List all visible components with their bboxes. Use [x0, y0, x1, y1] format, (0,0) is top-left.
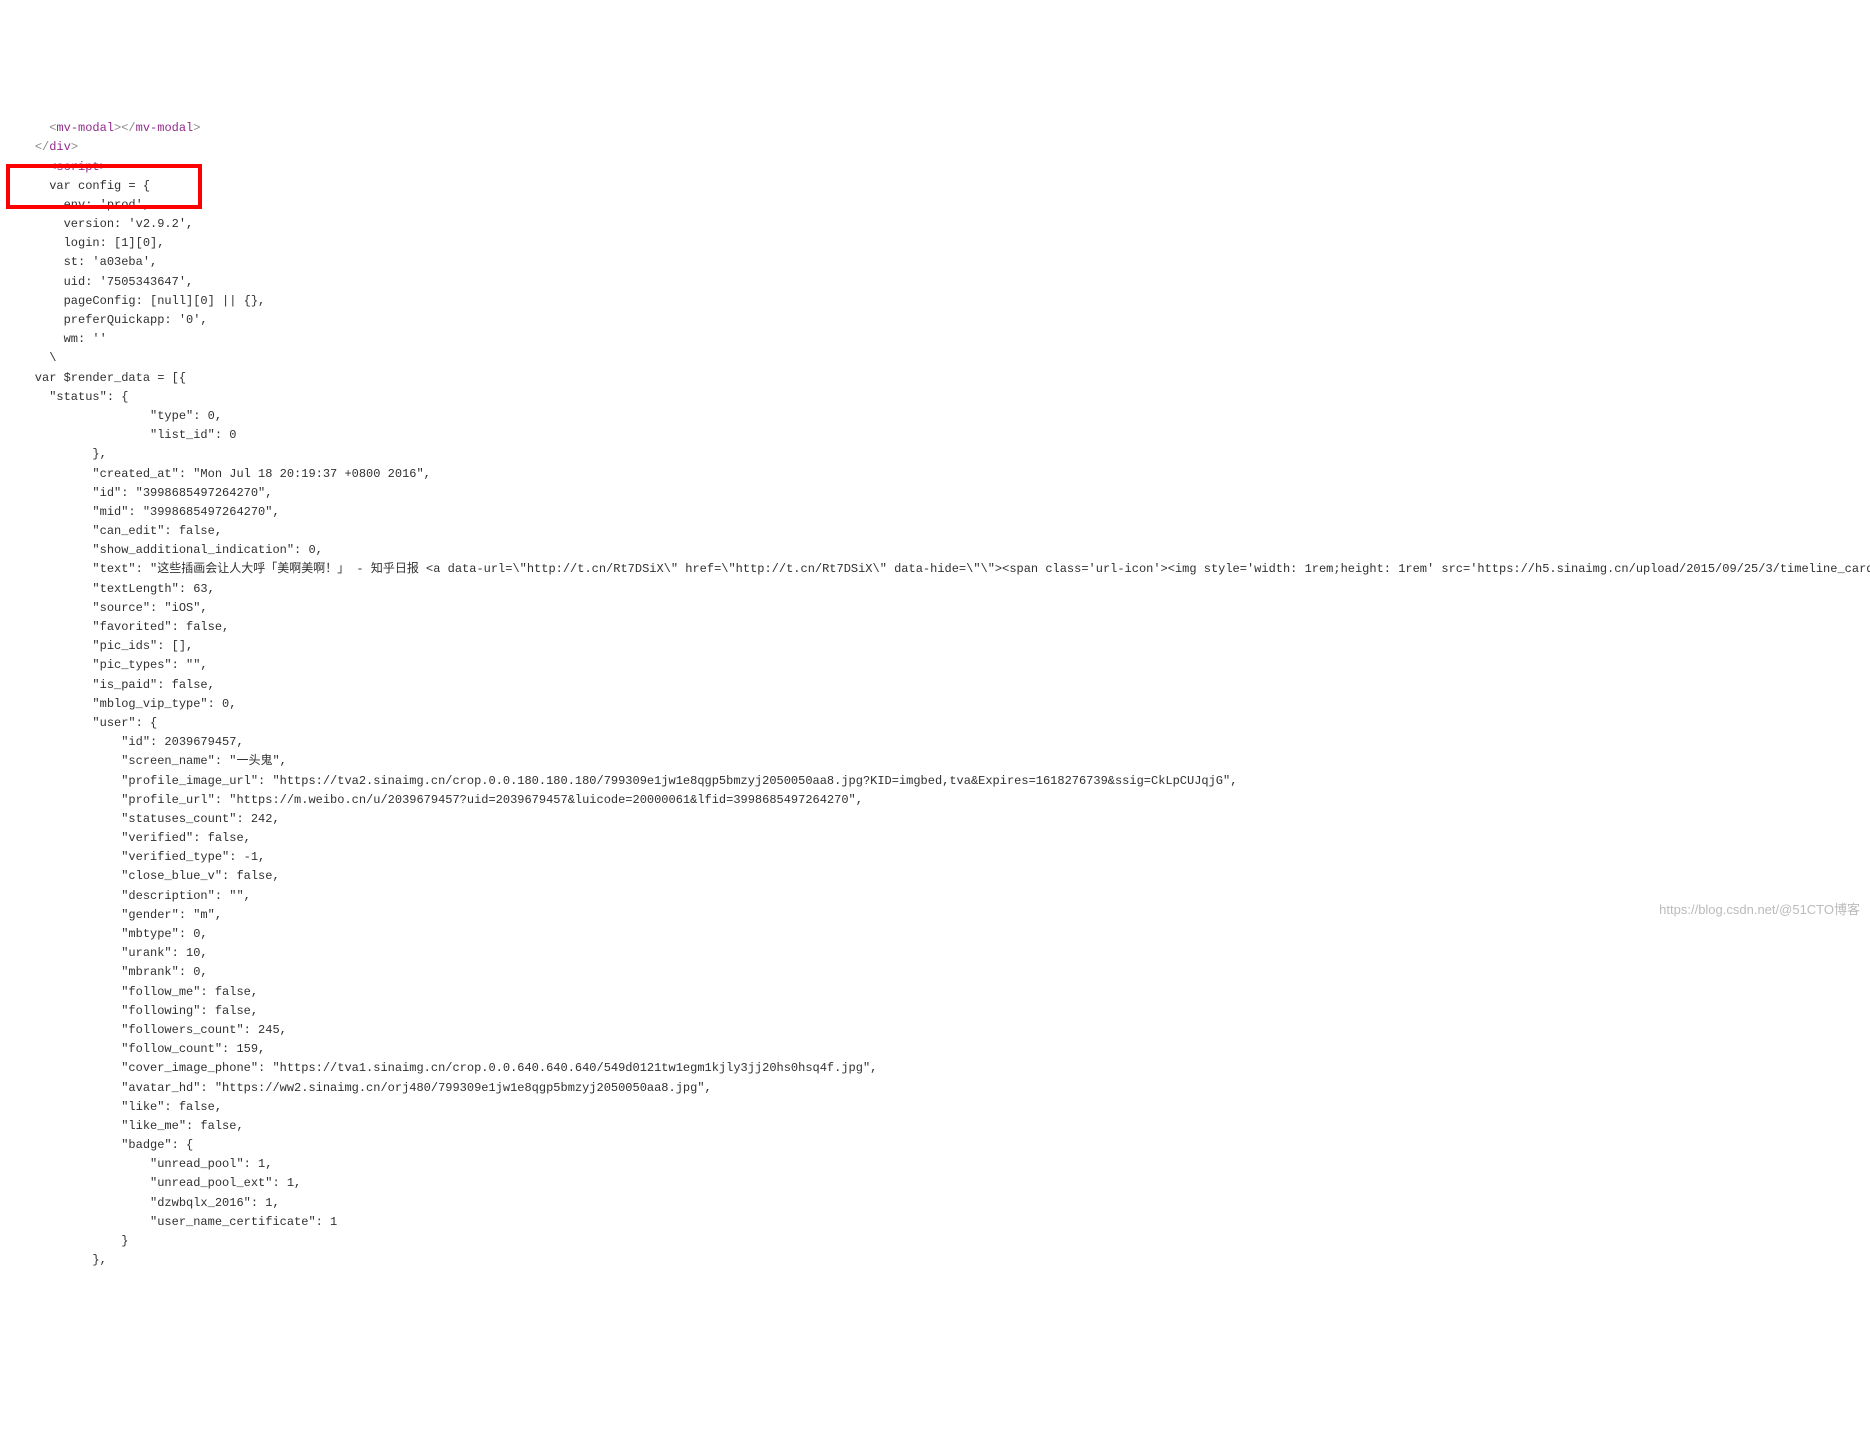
watermark-text: https://blog.csdn.net/@51CTO博客 — [1659, 900, 1860, 921]
code-line: "id": 2039679457, — [6, 735, 244, 749]
code-line: pageConfig: [null][0] || {}, — [6, 294, 265, 308]
code-line: login: [1][0], — [6, 236, 164, 250]
code-line: "profile_image_url": "https://tva2.sinai… — [6, 774, 1237, 788]
code-line: "favorited": false, — [6, 620, 229, 634]
code-line: "follow_count": 159, — [6, 1042, 265, 1056]
code-line: "like_me": false, — [6, 1119, 244, 1133]
code-line: "unread_pool_ext": 1, — [6, 1176, 301, 1190]
code-line: "cover_image_phone": "https://tva1.sinai… — [6, 1061, 877, 1075]
code-line: "status": { — [6, 390, 128, 404]
code-line: "close_blue_v": false, — [6, 869, 280, 883]
code-line: "statuses_count": 242, — [6, 812, 280, 826]
code-line: var $render_data = [{ — [6, 371, 186, 385]
code-line: "urank": 10, — [6, 946, 208, 960]
code-line: "pic_types": "", — [6, 658, 208, 672]
code-line: "textLength": 63, — [6, 582, 215, 596]
code-line: "avatar_hd": "https://ww2.sinaimg.cn/orj… — [6, 1081, 712, 1095]
code-line: version: 'v2.9.2', — [6, 217, 193, 231]
code-line: "user": { — [6, 716, 157, 730]
code-line: "screen_name": "一头鬼", — [6, 754, 287, 768]
code-line: "follow_me": false, — [6, 985, 258, 999]
code-line: var config = { — [6, 179, 150, 193]
code-line: "user_name_certificate": 1 — [6, 1215, 337, 1229]
code-line: "badge": { — [6, 1138, 193, 1152]
code-line: <mv-modal></mv-modal> — [6, 121, 200, 135]
code-line: "following": false, — [6, 1004, 258, 1018]
code-line: st: 'a03eba', — [6, 255, 157, 269]
code-line: uid: '7505343647', — [6, 275, 193, 289]
code-line: "mid": "3998685497264270", — [6, 505, 280, 519]
code-line: "mbrank": 0, — [6, 965, 208, 979]
code-line: "profile_url": "https://m.weibo.cn/u/203… — [6, 793, 863, 807]
code-line: "verified": false, — [6, 831, 251, 845]
code-line: "like": false, — [6, 1100, 222, 1114]
code-line: "type": 0, — [6, 409, 222, 423]
source-code-view: <mv-modal></mv-modal> </div> <script> va… — [0, 96, 1870, 1270]
code-line: env: 'prod', — [6, 198, 150, 212]
code-line: "mblog_vip_type": 0, — [6, 697, 236, 711]
code-line: "followers_count": 245, — [6, 1023, 287, 1037]
code-line: "pic_ids": [], — [6, 639, 193, 653]
code-line: "mbtype": 0, — [6, 927, 208, 941]
code-line: }, — [6, 1253, 107, 1267]
code-line: wm: '' — [6, 332, 107, 346]
code-line: "dzwbqlx_2016": 1, — [6, 1196, 280, 1210]
code-line: "unread_pool": 1, — [6, 1157, 272, 1171]
code-line: }, — [6, 447, 107, 461]
code-line: "show_additional_indication": 0, — [6, 543, 323, 557]
code-line: "source": "iOS", — [6, 601, 208, 615]
code-line: "text": "这些插画会让人大呼「美啊美啊！」 - 知乎日报 <a data… — [6, 562, 1870, 576]
code-line: "description": "", — [6, 889, 251, 903]
code-line: \ — [6, 351, 56, 365]
code-line: </div> — [6, 140, 78, 154]
code-line: "id": "3998685497264270", — [6, 486, 272, 500]
code-line: "verified_type": -1, — [6, 850, 265, 864]
code-line: preferQuickapp: '0', — [6, 313, 208, 327]
code-line: "created_at": "Mon Jul 18 20:19:37 +0800… — [6, 467, 431, 481]
code-line: <script> — [6, 160, 107, 174]
code-line: "gender": "m", — [6, 908, 222, 922]
code-line: "can_edit": false, — [6, 524, 222, 538]
code-line: } — [6, 1234, 128, 1248]
code-line: "is_paid": false, — [6, 678, 215, 692]
code-line: "list_id": 0 — [6, 428, 236, 442]
